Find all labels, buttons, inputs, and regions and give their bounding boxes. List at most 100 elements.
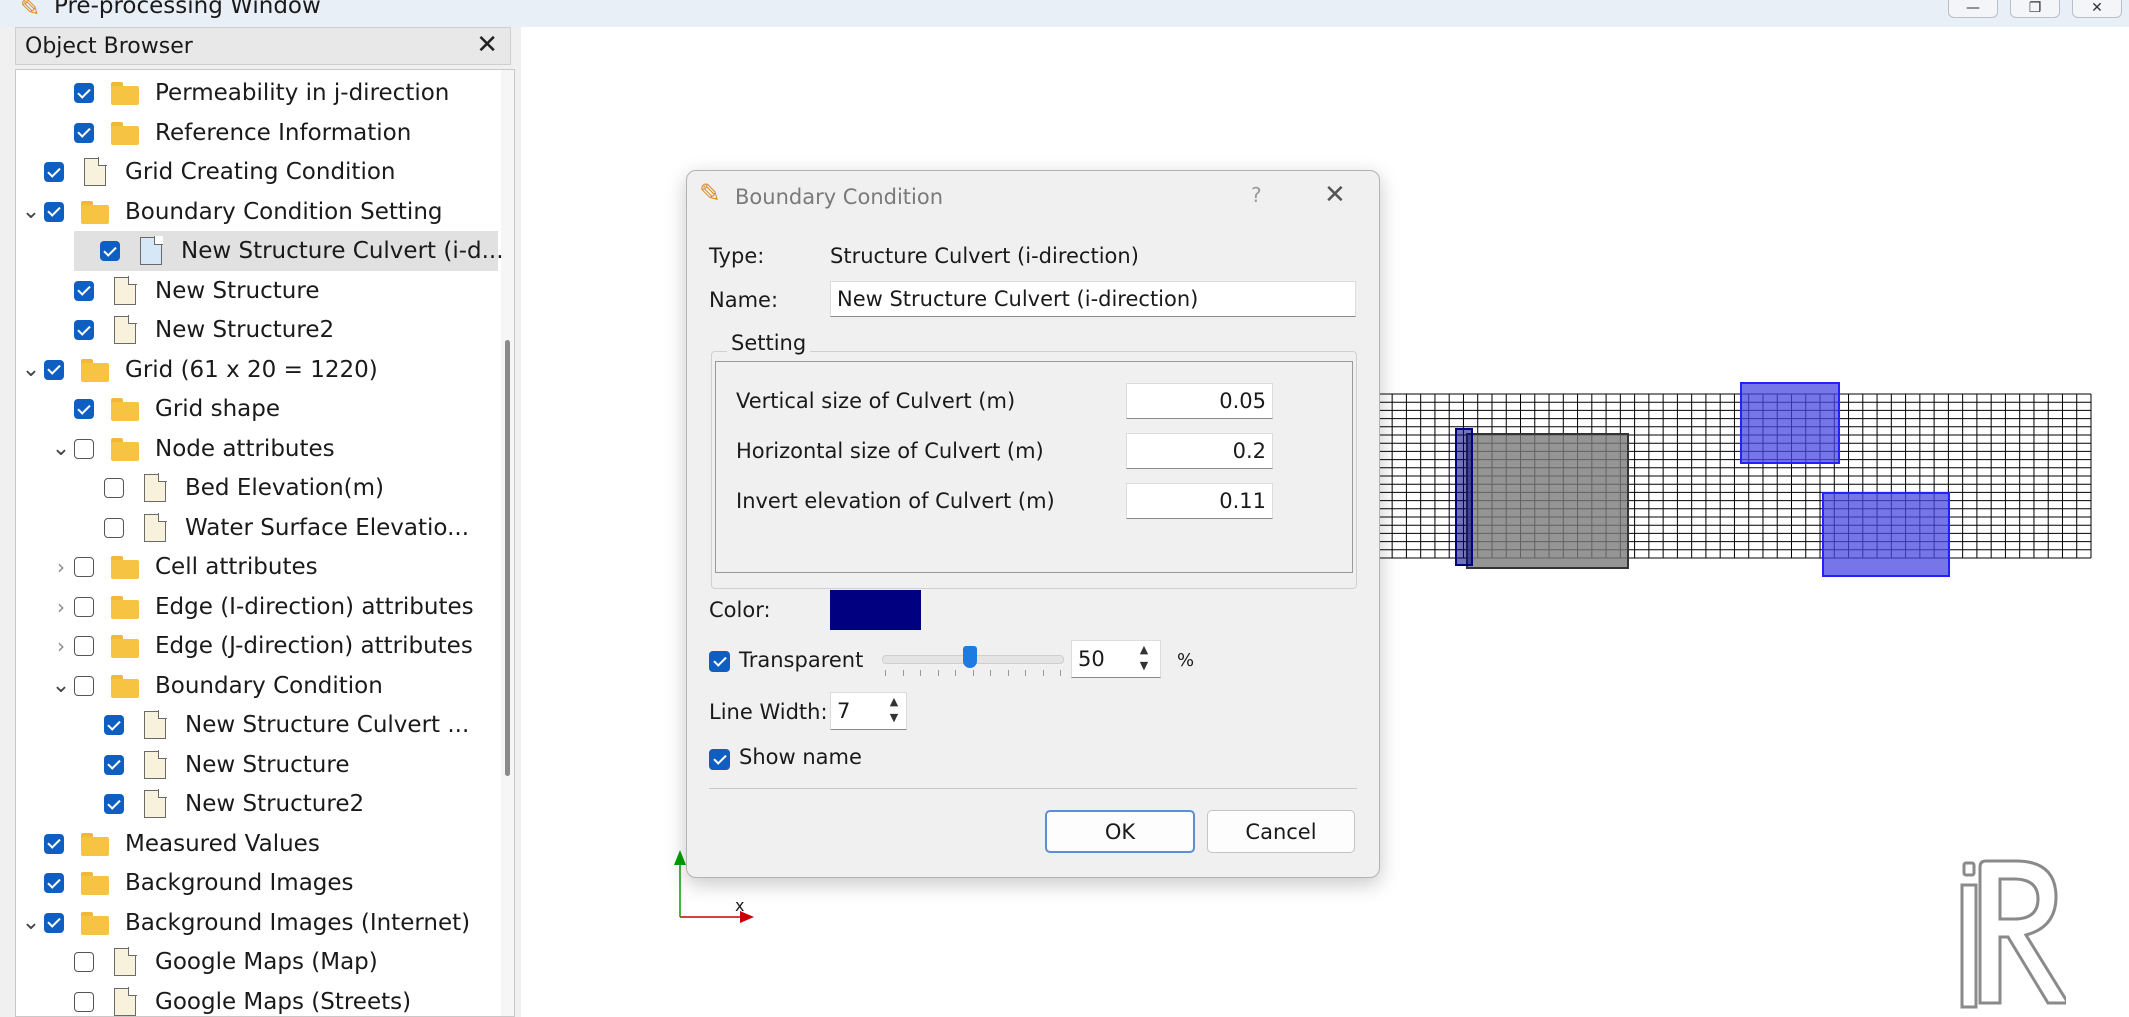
- chevron-right-icon[interactable]: ›: [48, 634, 74, 658]
- color-swatch-button[interactable]: [830, 590, 921, 630]
- chevron-down-icon[interactable]: ⌄: [48, 436, 74, 461]
- vertical-size-label: Vertical size of Culvert (m): [736, 389, 1016, 413]
- tree-item[interactable]: Background Images: [18, 863, 354, 903]
- tree-item[interactable]: Google Maps (Map): [48, 942, 378, 982]
- chevron-down-icon[interactable]: ⌄: [18, 910, 44, 935]
- iric-logo: [1960, 859, 2066, 1009]
- tree-item[interactable]: ⌄ Grid (61 x 20 = 1220): [18, 350, 378, 390]
- tree-item-checkbox[interactable]: [44, 359, 64, 380]
- object-tree[interactable]: Permeability in j-direction Reference Inf…: [15, 69, 515, 1017]
- tree-item-checkbox[interactable]: [74, 596, 94, 617]
- tree-item-checkbox[interactable]: [74, 952, 94, 972]
- tree-item[interactable]: Measured Values: [18, 824, 320, 864]
- tree-item-label: Edge (I-direction) attributes: [155, 593, 474, 620]
- tree-item-label: New Structure: [185, 751, 350, 778]
- tree-item[interactable]: Reference Information: [48, 113, 411, 153]
- close-icon[interactable]: ✕: [476, 30, 498, 60]
- chevron-down-icon[interactable]: ⌄: [48, 673, 74, 698]
- object-browser-title: Object Browser: [25, 34, 193, 59]
- chevron-down-icon[interactable]: ⌄: [18, 357, 44, 382]
- structure-region: [1466, 433, 1629, 569]
- vertical-size-input[interactable]: 0.05: [1126, 383, 1273, 419]
- tree-item[interactable]: Grid shape: [48, 389, 280, 429]
- tree-item-checkbox[interactable]: [74, 320, 94, 340]
- tree-item[interactable]: › Cell attributes: [48, 547, 318, 587]
- tree-item-label: Measured Values: [125, 830, 320, 857]
- tree-item-label: Cell attributes: [155, 554, 318, 580]
- tree-item-checkbox[interactable]: [104, 794, 124, 814]
- tree-item-checkbox[interactable]: [74, 122, 94, 143]
- name-input[interactable]: New Structure Culvert (i-direction): [830, 281, 1356, 317]
- tree-scrollbar-thumb[interactable]: [505, 340, 510, 776]
- minimize-button[interactable]: —: [1948, 0, 1998, 18]
- show-name-checkbox[interactable]: [709, 749, 730, 770]
- line-width-spin-down[interactable]: ▼: [883, 710, 905, 725]
- tree-item-checkbox[interactable]: [104, 517, 124, 538]
- tree-item-checkbox[interactable]: [74, 991, 94, 1012]
- line-width-label: Line Width:: [709, 700, 828, 724]
- type-label: Type:: [709, 244, 765, 268]
- tree-item[interactable]: New Structure2: [78, 784, 364, 824]
- tree-item-label: Edge (J-direction) attributes: [155, 633, 473, 659]
- tree-item[interactable]: New Structure2: [48, 310, 334, 350]
- restore-button[interactable]: ❐: [2010, 0, 2060, 18]
- tree-item[interactable]: › Edge (J-direction) attributes: [48, 626, 473, 666]
- cancel-button[interactable]: Cancel: [1207, 810, 1355, 853]
- tree-item[interactable]: New Structure Culvert ...: [78, 705, 469, 745]
- transparency-spin-down[interactable]: ▼: [1133, 658, 1155, 673]
- transparency-spin-up[interactable]: ▲: [1133, 642, 1155, 657]
- help-button[interactable]: ?: [1251, 183, 1262, 207]
- tree-item[interactable]: New Structure: [48, 271, 319, 311]
- dialog-close-button[interactable]: ✕: [1324, 180, 1346, 210]
- chevron-right-icon[interactable]: ›: [48, 595, 74, 619]
- tree-item-checkbox[interactable]: [74, 636, 94, 656]
- tree-item-checkbox[interactable]: [74, 675, 94, 696]
- tree-item-checkbox[interactable]: [74, 557, 94, 577]
- transparent-checkbox[interactable]: [709, 651, 730, 672]
- tree-item-checkbox[interactable]: [104, 715, 124, 735]
- ok-button[interactable]: OK: [1045, 810, 1195, 853]
- tree-item-checkbox[interactable]: [44, 162, 64, 182]
- tree-item[interactable]: New Structure: [78, 745, 349, 785]
- invert-elevation-input[interactable]: 0.11: [1126, 483, 1273, 519]
- transparency-slider-thumb[interactable]: [963, 646, 977, 668]
- tree-item[interactable]: ⌄ Node attributes: [48, 429, 335, 469]
- folder-icon: [111, 395, 139, 423]
- tree-item-label: Background Images (Internet): [125, 909, 471, 936]
- folder-icon: [111, 79, 139, 107]
- folder-icon: [81, 869, 109, 897]
- tree-item[interactable]: ⌄ Background Images (Internet): [18, 903, 470, 943]
- tree-item-checkbox[interactable]: [74, 399, 94, 419]
- slider-tick: [885, 670, 886, 676]
- tree-item-checkbox[interactable]: [44, 912, 64, 933]
- tree-item-checkbox[interactable]: [44, 201, 64, 222]
- tree-item-checkbox[interactable]: [104, 478, 124, 498]
- tree-item[interactable]: Google Maps (Streets): [48, 982, 411, 1017]
- dialog-separator: [709, 788, 1357, 789]
- tree-item-checkbox[interactable]: [74, 438, 94, 459]
- tree-item[interactable]: Bed Elevation(m): [78, 468, 384, 508]
- tree-item-checkbox[interactable]: [74, 83, 94, 103]
- folder-icon: [111, 632, 139, 660]
- close-window-button[interactable]: ✕: [2072, 0, 2122, 18]
- horizontal-size-input[interactable]: 0.2: [1126, 433, 1273, 469]
- tree-item[interactable]: Permeability in j-direction: [48, 73, 449, 113]
- tree-item-checkbox[interactable]: [104, 754, 124, 775]
- tree-item[interactable]: › Edge (I-direction) attributes: [48, 587, 474, 627]
- tree-item[interactable]: Water Surface Elevatio...: [78, 508, 469, 548]
- tree-item[interactable]: ⌄ Boundary Condition Setting: [18, 192, 443, 232]
- tree-item-checkbox[interactable]: [74, 280, 94, 301]
- tree-item[interactable]: New Structure Culvert (i-d...: [74, 231, 504, 271]
- folder-icon: [111, 672, 139, 700]
- chevron-right-icon[interactable]: ›: [48, 555, 74, 579]
- tree-item[interactable]: Grid Creating Condition: [18, 152, 396, 192]
- tree-item[interactable]: ⌄ Boundary Condition: [48, 666, 383, 706]
- line-width-spin-up[interactable]: ▲: [883, 694, 905, 709]
- chevron-down-icon[interactable]: ⌄: [18, 199, 44, 224]
- tree-item-checkbox[interactable]: [44, 873, 64, 893]
- tree-item-checkbox[interactable]: [100, 241, 120, 261]
- boundary-condition-dialog: ✎ Boundary Condition ? ✕ Type: Structure…: [686, 170, 1380, 878]
- tree-item-label: New Structure: [155, 277, 320, 304]
- tree-item-checkbox[interactable]: [44, 833, 64, 854]
- document-icon: [144, 473, 167, 502]
